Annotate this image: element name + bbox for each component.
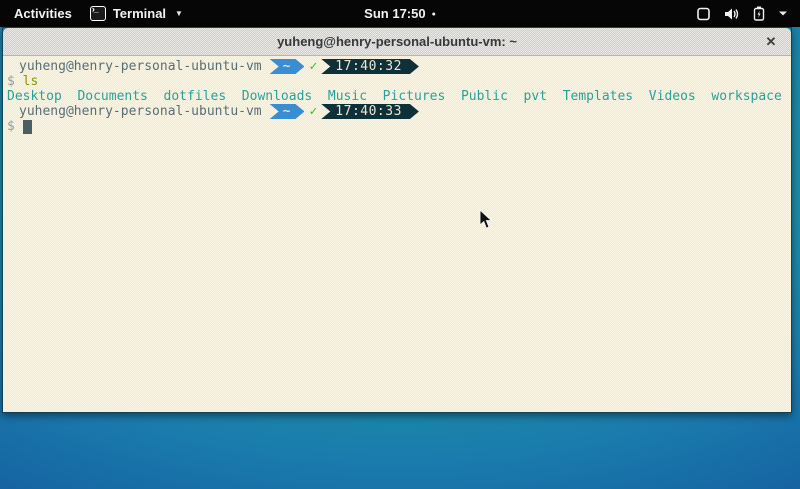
input-line[interactable]: $ [7, 119, 791, 134]
terminal-app-icon [90, 6, 106, 21]
volume-icon [724, 7, 740, 21]
prompt-status-check-icon: ✓ [309, 59, 317, 74]
text-cursor [23, 120, 32, 134]
network-icon [696, 7, 711, 21]
prompt-symbol: $ [7, 119, 15, 134]
window-title: yuheng@henry-personal-ubuntu-vm: ~ [277, 34, 517, 49]
prompt-user: yuheng@henry-personal-ubuntu-vm [7, 59, 262, 74]
ls-output-line: Desktop Documents dotfiles Downloads Mus… [7, 89, 791, 104]
command-text: ls [23, 74, 39, 89]
chevron-down-icon [778, 10, 788, 17]
clock-label: Sun 17:50 [364, 6, 425, 21]
command-line-1: $ ls [7, 74, 791, 89]
activities-button[interactable]: Activities [10, 4, 76, 23]
terminal-pane[interactable]: yuheng@henry-personal-ubuntu-vm ~ ✓ 17:4… [3, 56, 791, 412]
prompt-user: yuheng@henry-personal-ubuntu-vm [7, 104, 262, 119]
top-bar: Activities Terminal ▼ Sun 17:50 ● [0, 0, 800, 27]
app-menu-terminal[interactable]: Terminal ▼ [90, 6, 183, 21]
chevron-down-icon: ▼ [175, 9, 183, 18]
title-bar[interactable]: yuheng@henry-personal-ubuntu-vm: ~ ✕ [3, 28, 791, 56]
app-menu-label: Terminal [113, 6, 166, 21]
system-tray[interactable] [696, 6, 800, 21]
prompt-status-check-icon: ✓ [309, 104, 317, 119]
prompt-symbol: $ [7, 74, 15, 89]
terminal-window: yuheng@henry-personal-ubuntu-vm: ~ ✕ yuh… [2, 27, 792, 413]
prompt-time-segment: 17:40:33 [321, 104, 419, 119]
prompt-line-2: yuheng@henry-personal-ubuntu-vm ~ ✓ 17:4… [7, 104, 791, 119]
notification-dot-icon: ● [432, 11, 436, 18]
prompt-path-segment: ~ [270, 104, 305, 119]
close-icon[interactable]: ✕ [762, 33, 780, 51]
mouse-pointer-icon [479, 209, 493, 235]
top-bar-left: Activities Terminal ▼ [0, 4, 183, 23]
prompt-line-1: yuheng@henry-personal-ubuntu-vm ~ ✓ 17:4… [7, 59, 791, 74]
battery-charging-icon [753, 6, 765, 21]
prompt-time-segment: 17:40:32 [321, 59, 419, 74]
prompt-path-segment: ~ [270, 59, 305, 74]
desktop-background: Activities Terminal ▼ Sun 17:50 ● [0, 0, 800, 489]
